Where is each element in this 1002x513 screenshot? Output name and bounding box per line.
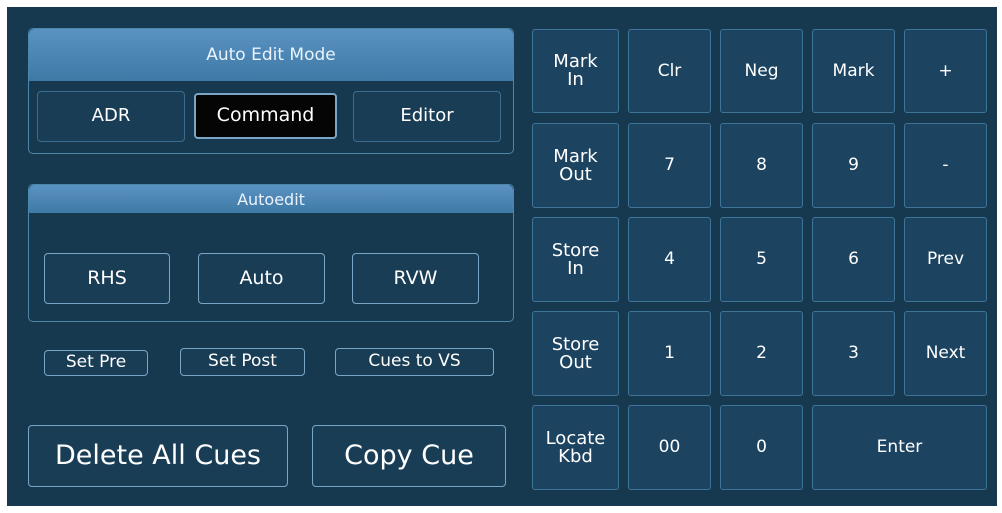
delete-all-cues-button[interactable]: Delete All Cues — [28, 425, 288, 487]
control-panel: Auto Edit Mode ADR Command Editor Autoed… — [7, 7, 997, 506]
prev-key[interactable]: Prev — [904, 217, 987, 302]
rhs-button[interactable]: RHS — [44, 253, 170, 304]
autoedit-header: Autoedit — [29, 185, 513, 213]
mark-out-button[interactable]: Mark Out — [532, 123, 619, 208]
store-out-button[interactable]: Store Out — [532, 311, 619, 396]
cues-to-vs-button[interactable]: Cues to VS — [335, 348, 494, 376]
autoedit-group: Autoedit RHS Auto RVW — [28, 184, 514, 322]
autoedit-title: Autoedit — [237, 189, 305, 209]
auto-edit-mode-header: Auto Edit Mode — [29, 29, 513, 81]
mark-key[interactable]: Mark — [812, 29, 895, 113]
plus-key[interactable]: + — [904, 29, 987, 113]
adr-button[interactable]: ADR — [37, 91, 185, 142]
four-key[interactable]: 4 — [628, 217, 711, 302]
minus-key[interactable]: - — [904, 123, 987, 208]
next-key[interactable]: Next — [904, 311, 987, 396]
editor-button[interactable]: Editor — [353, 91, 501, 142]
eight-key[interactable]: 8 — [720, 123, 803, 208]
mark-in-button[interactable]: Mark In — [532, 29, 619, 113]
two-key[interactable]: 2 — [720, 311, 803, 396]
zero-key[interactable]: 0 — [720, 405, 803, 490]
one-key[interactable]: 1 — [628, 311, 711, 396]
negate-key[interactable]: Neg — [720, 29, 803, 113]
clear-key[interactable]: Clr — [628, 29, 711, 113]
seven-key[interactable]: 7 — [628, 123, 711, 208]
rvw-button[interactable]: RVW — [352, 253, 479, 304]
set-pre-button[interactable]: Set Pre — [44, 350, 148, 376]
store-in-button[interactable]: Store In — [532, 217, 619, 302]
locate-kbd-button[interactable]: Locate Kbd — [532, 405, 619, 490]
command-button[interactable]: Command — [194, 93, 337, 139]
double-zero-key[interactable]: 00 — [628, 405, 711, 490]
auto-edit-mode-group: Auto Edit Mode ADR Command Editor — [28, 28, 514, 154]
auto-button[interactable]: Auto — [198, 253, 325, 304]
six-key[interactable]: 6 — [812, 217, 895, 302]
auto-edit-mode-title: Auto Edit Mode — [206, 45, 336, 65]
set-post-button[interactable]: Set Post — [180, 348, 305, 376]
enter-key[interactable]: Enter — [812, 405, 987, 490]
five-key[interactable]: 5 — [720, 217, 803, 302]
nine-key[interactable]: 9 — [812, 123, 895, 208]
copy-cue-button[interactable]: Copy Cue — [312, 425, 506, 487]
three-key[interactable]: 3 — [812, 311, 895, 396]
